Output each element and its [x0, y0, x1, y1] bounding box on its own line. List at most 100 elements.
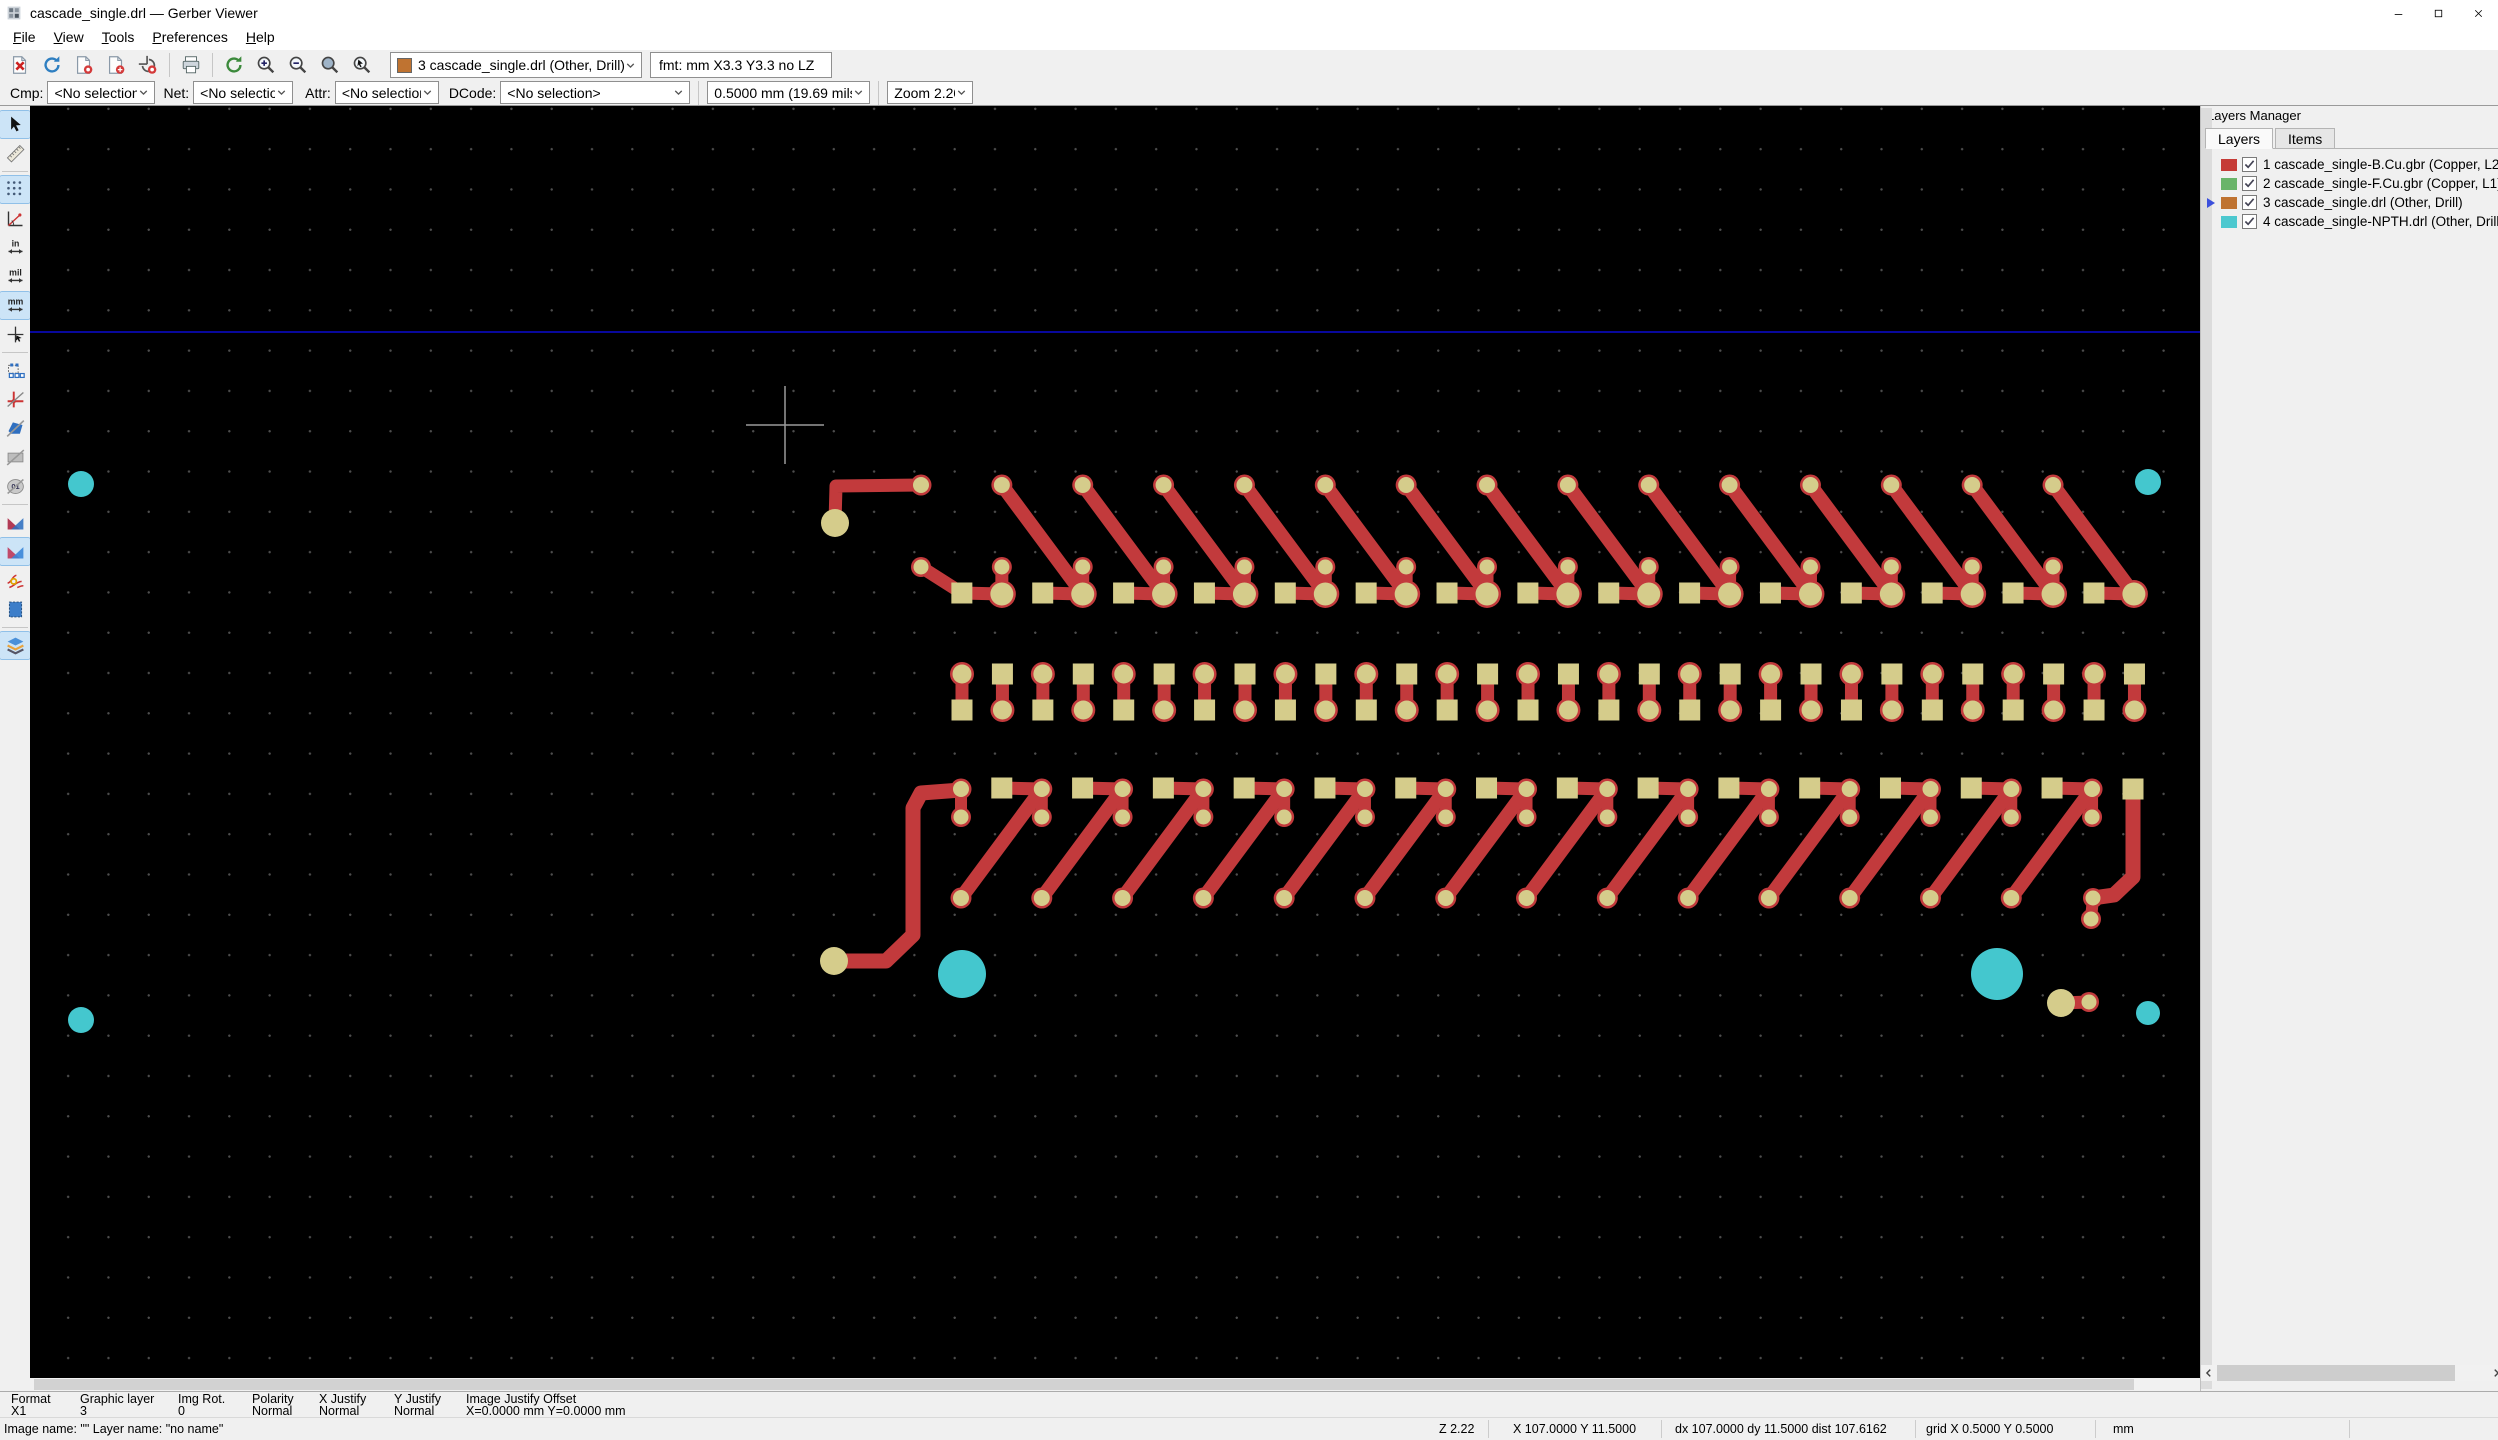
layer-color-swatch — [397, 58, 412, 73]
polar-icon — [5, 208, 26, 229]
layer-name: 3 cascade_single.drl (Other, Drill) — [2263, 195, 2463, 210]
diff-mode[interactable] — [0, 509, 30, 536]
chevron-down-icon — [137, 86, 150, 99]
status-field-graphic-layer: Graphic layer3 — [80, 1393, 154, 1417]
print-button[interactable] — [175, 52, 207, 79]
zoom-value: Zoom 2.20 — [894, 85, 955, 101]
layer-visibility-checkbox[interactable] — [2242, 214, 2257, 229]
chevron-down-icon — [275, 86, 288, 99]
status-field-format: FormatX1 — [11, 1393, 51, 1417]
layer-row[interactable]: 2 cascade_single-F.Cu.gbr (Copper, L1) — [2201, 174, 2498, 193]
scrollbar-thumb[interactable] — [34, 1379, 2134, 1390]
redraw-view-button[interactable] — [218, 52, 250, 79]
scrollbar-thumb[interactable] — [2217, 1365, 2455, 1381]
menu-file[interactable]: File — [4, 26, 45, 50]
page-limits-icon — [5, 599, 26, 620]
polar-coords-toggle[interactable] — [0, 205, 30, 232]
zoom-out-button[interactable] — [282, 52, 314, 79]
units-mm-icon: mm — [5, 295, 26, 316]
layer-row[interactable]: 3 cascade_single.drl (Other, Drill) — [2201, 193, 2498, 212]
scrollbar-track[interactable] — [2217, 1365, 2488, 1381]
net-select[interactable]: <No selection> — [193, 81, 293, 104]
attr-select[interactable]: <No selection> — [335, 81, 439, 104]
minimize-button[interactable] — [2378, 0, 2418, 26]
scroll-left-arrow[interactable] — [2201, 1365, 2217, 1381]
zoom-fit-button[interactable] — [314, 52, 346, 79]
layers-manager-title: Layers Manager — [2201, 106, 2498, 125]
status-field-value: Normal — [252, 1405, 294, 1417]
chevron-down-icon — [421, 86, 434, 99]
zoom-in-button[interactable] — [250, 52, 282, 79]
page-limits-toggle[interactable] — [0, 596, 30, 623]
layer-visibility-checkbox[interactable] — [2242, 176, 2257, 191]
redraw-icon — [223, 54, 245, 76]
status-separator — [1488, 1420, 1489, 1438]
open-gerber-file-button[interactable] — [68, 52, 100, 79]
reload-all-layers-button[interactable] — [36, 52, 68, 79]
dcode-select[interactable]: <No selection> — [500, 81, 690, 104]
cmp-select[interactable]: <No selection> — [47, 81, 155, 104]
active-layer-arrow-icon — [2206, 198, 2216, 208]
chevron-down-icon — [672, 86, 685, 99]
clear-layers-icon — [9, 54, 31, 76]
toolbar-separator — [698, 81, 699, 105]
gerber-canvas[interactable] — [30, 106, 2200, 1378]
negative-objects-mode[interactable] — [0, 444, 30, 471]
menu-tools[interactable]: Tools — [93, 26, 144, 50]
close-button[interactable] — [2458, 0, 2498, 26]
select-tool[interactable] — [0, 111, 30, 138]
diff-mode-icon — [5, 512, 26, 533]
menu-view[interactable]: View — [45, 26, 93, 50]
polygons-mode[interactable] — [0, 415, 30, 442]
format-info-box[interactable]: fmt: mm X3.3 Y3.3 no LZ — [650, 52, 832, 78]
menu-preferences[interactable]: Preferences — [143, 26, 237, 50]
maximize-button[interactable] — [2418, 0, 2458, 26]
panel-horizontal-scrollbar[interactable] — [2201, 1365, 2498, 1381]
active-layer-select[interactable]: 3 cascade_single.drl (Other, Drill) — [390, 52, 642, 78]
grid-toggle[interactable] — [0, 176, 30, 203]
dcode-value: <No selection> — [507, 85, 672, 101]
zoom-select-button[interactable] — [346, 52, 378, 79]
layer-row[interactable]: 1 cascade_single-B.Cu.gbr (Copper, L2) — [2201, 155, 2498, 174]
status-cell: grid X 0.5000 Y 0.5000 — [1926, 1422, 2053, 1436]
units-mm[interactable]: mm — [0, 292, 30, 319]
layer-row[interactable]: 4 cascade_single-NPTH.drl (Other, Drill) — [2201, 212, 2498, 231]
polygons-mode-icon — [5, 418, 26, 439]
clear-all-layers-button[interactable] — [4, 52, 36, 79]
zoom-out-icon — [287, 54, 309, 76]
tab-items[interactable]: Items — [2275, 128, 2335, 149]
units-in-icon: in — [5, 237, 26, 258]
status-field-y-justify: Y JustifyNormal — [394, 1393, 441, 1417]
measure-tool[interactable] — [0, 140, 30, 167]
open-job-file-button[interactable] — [132, 52, 164, 79]
units-mils[interactable]: mil — [0, 263, 30, 290]
layers-manager-icon — [5, 635, 26, 656]
dcodes-visibility[interactable]: 01 — [0, 473, 30, 500]
status-cell: mm — [2113, 1422, 2134, 1436]
xor-mode[interactable] — [0, 538, 30, 565]
title-bar: cascade_single.drl — Gerber Viewer — [0, 0, 2498, 26]
layers-manager-tabs: LayersItems — [2201, 125, 2498, 149]
highlight-net-tool[interactable] — [0, 567, 30, 594]
cursor-shape-toggle[interactable] — [0, 321, 30, 348]
open-drill-file-button[interactable] — [100, 52, 132, 79]
grid-size-select[interactable]: 0.5000 mm (19.69 mils) — [707, 81, 870, 104]
layers-manager-toggle[interactable] — [0, 632, 30, 659]
units-inches[interactable]: in — [0, 234, 30, 261]
menu-help[interactable]: Help — [237, 26, 284, 50]
canvas-horizontal-scrollbar[interactable] — [30, 1378, 2200, 1391]
main-toolbar: 3 cascade_single.drl (Other, Drill) fmt:… — [0, 50, 2498, 80]
drawing-toolbar: in mil mm 01 — [0, 106, 30, 1391]
layer-visibility-checkbox[interactable] — [2242, 195, 2257, 210]
lines-mode[interactable] — [0, 386, 30, 413]
zoom-select[interactable]: Zoom 2.20 — [887, 81, 973, 104]
scroll-right-arrow[interactable] — [2488, 1365, 2498, 1381]
tab-layers[interactable]: Layers — [2205, 128, 2273, 149]
status-field-value: X=0.0000 mm Y=0.0000 mm — [466, 1405, 626, 1417]
scrollbar-thumb[interactable] — [2201, 108, 2212, 1389]
layers-manager-panel: Layers Manager LayersItems 1 cascade_sin… — [2200, 106, 2498, 1391]
layer-visibility-checkbox[interactable] — [2242, 157, 2257, 172]
toolbar-separator — [878, 81, 879, 105]
flashed-items-mode[interactable] — [0, 357, 30, 384]
status-separator — [2349, 1420, 2350, 1438]
